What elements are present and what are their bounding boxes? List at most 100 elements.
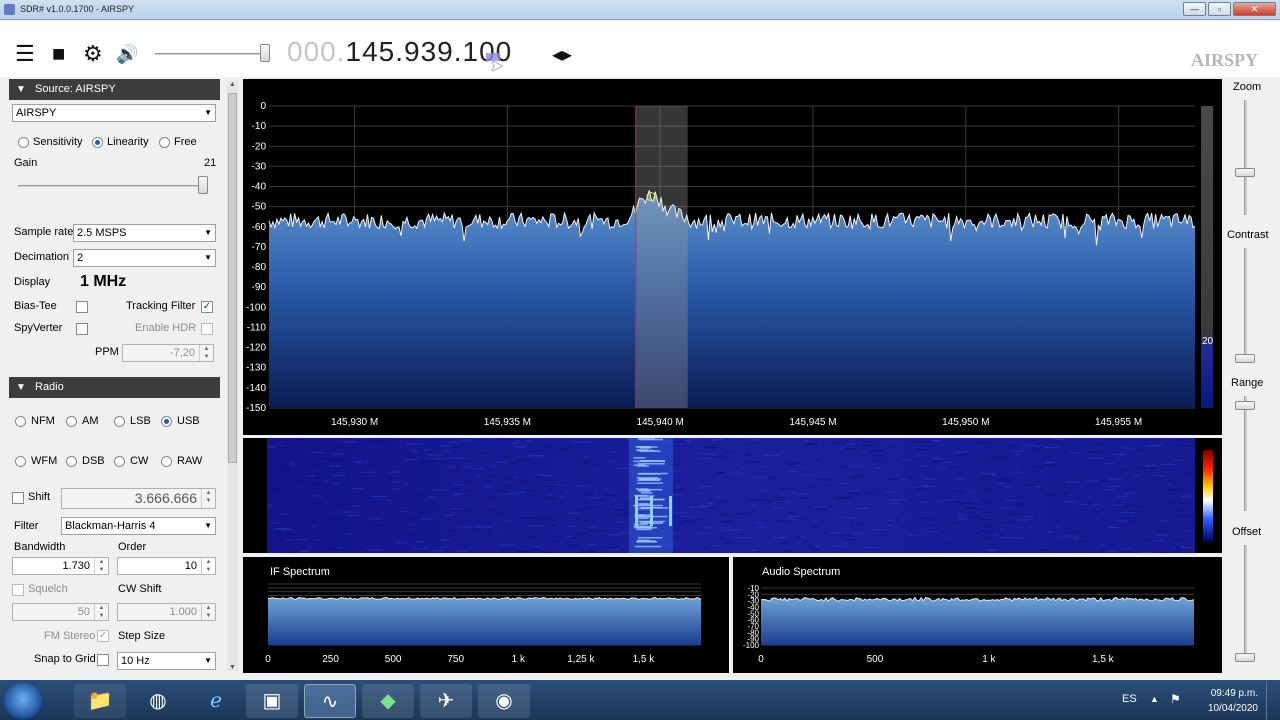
main-spectrum-panel[interactable]: 0 -10 -20 -30 -40 -50 -60 -70 -80 -90 -100 -110 -120… bbox=[243, 79, 1222, 435]
menu-icon[interactable]: ☰ bbox=[15, 43, 35, 65]
radio-section-header[interactable]: ▼ Radio bbox=[9, 377, 220, 398]
spinner-icon[interactable]: ▲ ▼ bbox=[199, 345, 213, 361]
mode-cw-radio[interactable] bbox=[114, 456, 125, 467]
volume-icon[interactable]: 🔊 bbox=[116, 43, 138, 65]
scrollbar-thumb[interactable] bbox=[228, 93, 237, 463]
waterfall-noise-streak bbox=[270, 522, 280, 524]
mode-linearity-radio[interactable] bbox=[92, 137, 103, 148]
waterfall-noise-streak bbox=[1071, 452, 1082, 454]
volume-slider-thumb[interactable] bbox=[260, 44, 270, 62]
minimize-button[interactable]: — bbox=[1183, 2, 1206, 16]
order-input[interactable]: 10 ▲ ▼ bbox=[117, 557, 216, 575]
waterfall-noise-streak bbox=[710, 454, 718, 456]
waterfall-noise-streak bbox=[751, 442, 755, 444]
start-button[interactable] bbox=[4, 683, 42, 719]
shift-checkbox[interactable] bbox=[12, 492, 24, 504]
language-indicator[interactable]: ES bbox=[1122, 693, 1137, 705]
mode-am-radio[interactable] bbox=[66, 416, 77, 427]
waterfall-chart[interactable] bbox=[243, 438, 1222, 554]
if-spectrum-panel[interactable]: IF Spectrum 0 250 500 750 1 k 1,25 k 1,5 k bbox=[243, 557, 729, 673]
spinner-icon[interactable]: ▲ ▼ bbox=[201, 489, 215, 508]
bandwidth-input[interactable]: 1.730 ▲ ▼ bbox=[12, 557, 109, 575]
mode-free-radio[interactable] bbox=[159, 137, 170, 148]
filter-select[interactable]: Blackman-Harris 4 ▼ bbox=[61, 517, 216, 535]
contrast-slider-track[interactable] bbox=[1244, 248, 1247, 363]
waterfall-noise-streak bbox=[1000, 528, 1003, 530]
spyverter-checkbox[interactable] bbox=[76, 323, 88, 335]
offset-slider-thumb[interactable] bbox=[1235, 653, 1255, 662]
sdrsharp-taskbar-icon[interactable]: ∿ bbox=[304, 684, 356, 718]
maximize-button[interactable]: ▫ bbox=[1208, 2, 1231, 16]
range-slider-thumb[interactable] bbox=[1235, 401, 1255, 410]
step-size-select[interactable]: 10 Hz ▼ bbox=[117, 652, 216, 670]
decimation-select[interactable]: 2 ▼ bbox=[73, 249, 216, 267]
audio-spectrum-panel[interactable]: Audio Spectrum -10 -20 -30 -40 -50 -60 -70 -80-… bbox=[733, 557, 1222, 673]
tray-expand-icon[interactable]: ▲ bbox=[1150, 694, 1159, 704]
frequency-display[interactable]: 000.145.939.100 bbox=[287, 36, 512, 68]
source-section-header[interactable]: ▼ Source: AIRSPY bbox=[9, 79, 220, 100]
gain-slider-track[interactable] bbox=[18, 185, 208, 187]
gear-icon[interactable]: ⚙ bbox=[83, 43, 103, 65]
spinner-icon[interactable]: ▲ ▼ bbox=[201, 558, 215, 574]
left-panel-scrollbar[interactable]: ▲ ▼ bbox=[227, 81, 238, 671]
cw-shift-input[interactable]: 1.000 ▲ ▼ bbox=[117, 603, 216, 621]
mode-sensitivity-radio[interactable] bbox=[18, 137, 29, 148]
stop-icon[interactable]: ■ bbox=[52, 43, 65, 65]
gain-slider-thumb[interactable] bbox=[198, 176, 208, 194]
waterfall-panel[interactable] bbox=[243, 438, 1222, 554]
explorer-taskbar-icon[interactable]: 📁 bbox=[74, 684, 126, 718]
scroll-down-icon[interactable]: ▼ bbox=[227, 664, 238, 671]
globe-taskbar-icon[interactable]: ◍ bbox=[132, 684, 184, 718]
main-y-ticks: 0 -10 -20 -30 -40 -50 -60 -70 -80 -90 -100 -110 -120… bbox=[246, 101, 266, 414]
audio-spectrum-chart[interactable]: Audio Spectrum -10-20-30-40-50-60-70-80-… bbox=[733, 557, 1222, 673]
contrast-slider-thumb[interactable] bbox=[1235, 354, 1255, 363]
device-select[interactable]: AIRSPY ▼ bbox=[12, 104, 216, 122]
volume-slider-track[interactable] bbox=[155, 53, 270, 55]
show-desktop-button[interactable] bbox=[1266, 681, 1280, 720]
waterfall-left-margin bbox=[243, 438, 267, 553]
bias-tee-checkbox[interactable] bbox=[76, 301, 88, 313]
squelch-checkbox[interactable] bbox=[12, 584, 24, 596]
sample-rate-select[interactable]: 2.5 MSPS ▼ bbox=[73, 224, 216, 242]
spinner-icon[interactable]: ▲ ▼ bbox=[94, 604, 108, 620]
chrome-taskbar-icon[interactable]: ◉ bbox=[478, 684, 530, 718]
waterfall-noise-streak bbox=[589, 506, 601, 508]
waterfall-noise-streak bbox=[418, 448, 422, 450]
network-icon[interactable]: ⚑ bbox=[1170, 692, 1181, 706]
enable-hdr-checkbox[interactable] bbox=[201, 323, 213, 335]
if-spectrum-chart[interactable]: IF Spectrum 0 250 500 750 1 k 1,25 k 1,5 k bbox=[243, 557, 729, 673]
main-spectrum-chart[interactable]: 0 -10 -20 -30 -40 -50 -60 -70 -80 -90 -100 -110 -120… bbox=[243, 79, 1222, 435]
waterfall-noise-streak bbox=[1115, 520, 1128, 522]
offset-slider-track[interactable] bbox=[1244, 545, 1247, 660]
waterfall-noise-streak bbox=[922, 465, 930, 467]
close-button[interactable]: ✕ bbox=[1233, 2, 1276, 16]
spinner-icon[interactable]: ▲ ▼ bbox=[94, 558, 108, 574]
waterfall-noise-streak bbox=[440, 540, 445, 542]
shift-input[interactable]: 3.666.666 ▲ ▼ bbox=[61, 488, 216, 509]
zoom-slider-track[interactable] bbox=[1244, 100, 1247, 215]
range-slider-track[interactable] bbox=[1244, 396, 1247, 511]
tracking-filter-checkbox[interactable]: ✓ bbox=[201, 301, 213, 313]
mode-dsb-radio[interactable] bbox=[66, 456, 77, 467]
mode-lsb-radio[interactable] bbox=[114, 416, 125, 427]
waterfall-noise-streak bbox=[745, 443, 752, 445]
toolbar bbox=[0, 21, 1280, 77]
tune-arrows-icon[interactable]: ◂▸ bbox=[552, 42, 572, 67]
internet-explorer-taskbar-icon[interactable]: ℯ bbox=[190, 684, 242, 718]
app2-taskbar-icon[interactable]: ◆ bbox=[362, 684, 414, 718]
mode-raw-radio[interactable] bbox=[161, 456, 172, 467]
ppm-input[interactable]: -7,20 ▲ ▼ bbox=[122, 344, 214, 362]
snap-to-grid-checkbox[interactable] bbox=[97, 654, 109, 666]
squelch-input[interactable]: 50 ▲ ▼ bbox=[12, 603, 109, 621]
scroll-up-icon[interactable]: ▲ bbox=[227, 81, 238, 88]
mode-nfm-radio[interactable] bbox=[15, 416, 26, 427]
app3-taskbar-icon[interactable]: ✈ bbox=[420, 684, 472, 718]
spinner-icon[interactable]: ▲ ▼ bbox=[201, 604, 215, 620]
mode-usb-radio[interactable] bbox=[161, 416, 172, 427]
waterfall-noise-streak bbox=[411, 538, 427, 540]
zoom-slider-thumb[interactable] bbox=[1235, 168, 1255, 177]
waterfall-noise-streak bbox=[814, 459, 821, 461]
fm-stereo-checkbox[interactable]: ✓ bbox=[97, 630, 109, 642]
mode-wfm-radio[interactable] bbox=[15, 456, 26, 467]
app-taskbar-icon[interactable]: ▣ bbox=[246, 684, 298, 718]
